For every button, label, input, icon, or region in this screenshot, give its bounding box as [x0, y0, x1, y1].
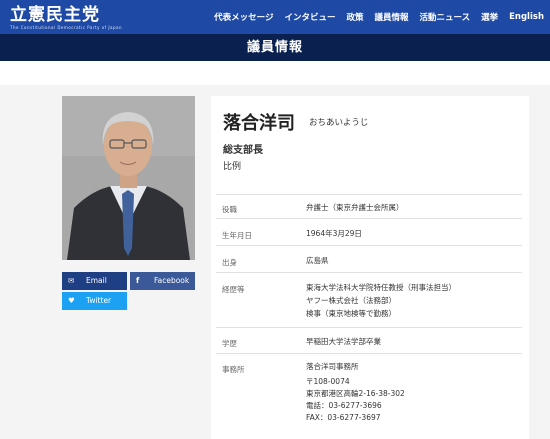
divider	[216, 218, 522, 219]
field-value-position: 弁護士（東京弁護士会所属）	[306, 203, 404, 212]
divider	[216, 245, 522, 246]
facebook-icon: f	[136, 276, 140, 285]
divider	[216, 353, 522, 354]
field-value-office-address: 東京都港区高輪2-16-38-302	[306, 389, 405, 398]
field-label-career: 経歴等	[222, 285, 245, 294]
top-header: 立憲民主党 The Constitutional Democratic Part…	[0, 0, 550, 34]
nav-item-policy[interactable]: 政策	[346, 11, 363, 23]
field-value-office-fax: FAX：03-6277-3697	[306, 413, 381, 422]
field-label-hometown: 出身	[222, 258, 237, 267]
share-twitter-button[interactable]: ♥ Twitter	[62, 292, 127, 310]
member-name-kana: おちあいようじ	[309, 118, 369, 128]
member-role: 総支部長	[223, 145, 263, 156]
main-nav: 代表メッセージ インタビュー 政策 議員情報 活動ニュース 選挙 English	[203, 0, 544, 34]
nav-item-members[interactable]: 議員情報	[375, 11, 409, 23]
field-value-education: 早稲田大学法学部卒業	[306, 337, 381, 346]
field-label-position: 役職	[222, 205, 237, 214]
field-value-hometown: 広島県	[306, 256, 329, 265]
field-value-office-postal: 〒108-0074	[306, 377, 350, 386]
nav-item-interview[interactable]: インタビュー	[284, 11, 335, 23]
field-value-career-1: 東海大学法科大学院特任教授（刑事法担当）	[306, 283, 456, 292]
share-facebook-button[interactable]: f Facebook	[130, 272, 195, 290]
nav-item-election[interactable]: 選挙	[481, 11, 498, 23]
divider	[216, 272, 522, 273]
profile-card: 落合洋司 おちあいようじ 総支部長 比例 役職 弁護士（東京弁護士会所属） 生年…	[211, 96, 529, 439]
field-label-office: 事務所	[222, 365, 245, 374]
page-title-bar: 議員情報	[0, 34, 550, 61]
nav-item-news[interactable]: 活動ニュース	[420, 11, 471, 23]
nav-item-message[interactable]: 代表メッセージ	[214, 11, 273, 23]
title-spacer	[0, 61, 550, 85]
envelope-icon: ✉	[68, 276, 75, 285]
twitter-icon: ♥	[68, 296, 75, 305]
member-photo	[62, 96, 195, 260]
member-name: 落合洋司	[223, 113, 295, 134]
field-value-office-name: 落合洋司事務所	[306, 362, 359, 371]
field-label-education: 学歴	[222, 339, 237, 348]
field-value-career-3: 検事（東京地検等で勤務）	[306, 309, 396, 318]
party-logo-subtitle: The Constitutional Democratic Party of J…	[10, 25, 122, 30]
share-email-button[interactable]: ✉ Email	[62, 272, 127, 290]
member-district: 比例	[223, 162, 242, 172]
party-logo[interactable]: 立憲民主党	[10, 5, 100, 25]
share-facebook-label: Facebook	[154, 276, 190, 285]
share-email-label: Email	[86, 276, 107, 285]
field-label-birthdate: 生年月日	[222, 231, 252, 240]
field-value-birthdate: 1964年3月29日	[306, 229, 362, 238]
field-value-office-phone: 電話：03-6277-3696	[306, 401, 382, 410]
page-title: 議員情報	[246, 40, 303, 55]
share-twitter-label: Twitter	[86, 296, 112, 305]
field-value-career-2: ヤフー株式会社（法務部）	[306, 296, 396, 305]
divider	[216, 327, 522, 328]
divider	[216, 194, 522, 195]
nav-item-english[interactable]: English	[509, 12, 544, 22]
